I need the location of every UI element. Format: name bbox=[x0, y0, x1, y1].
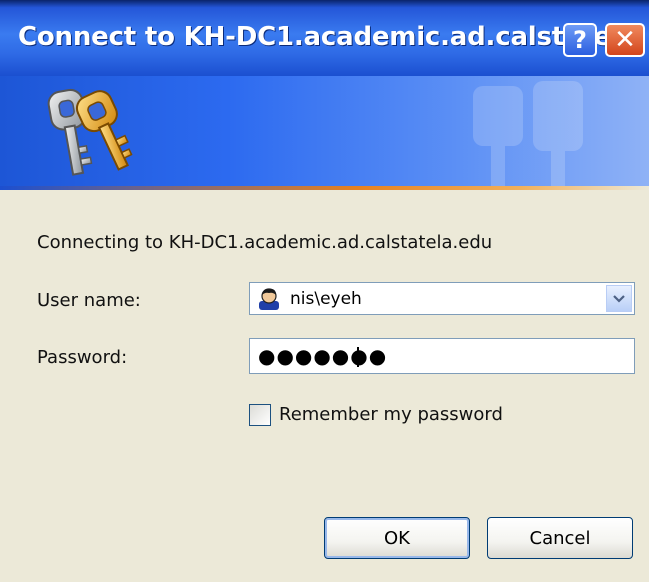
user-name-value: nis\eyeh bbox=[290, 289, 362, 309]
help-button[interactable]: ? bbox=[563, 23, 597, 57]
remember-password-checkbox[interactable] bbox=[249, 404, 271, 426]
window-title: Connect to KH-DC1.academic.ad.calstate..… bbox=[18, 22, 641, 52]
connecting-text: Connecting to KH-DC1.academic.ad.calstat… bbox=[37, 232, 493, 253]
close-button[interactable]: ✕ bbox=[605, 23, 645, 57]
remember-password-label[interactable]: Remember my password bbox=[279, 404, 503, 425]
chevron-down-icon bbox=[613, 294, 625, 303]
user-name-dropdown-button[interactable] bbox=[606, 285, 632, 312]
ok-button[interactable]: OK bbox=[324, 517, 470, 559]
text-caret bbox=[357, 347, 359, 367]
cancel-button[interactable]: Cancel bbox=[487, 517, 633, 559]
banner-keys-watermark-icon bbox=[473, 81, 583, 186]
title-bar[interactable]: Connect to KH-DC1.academic.ad.calstate..… bbox=[0, 0, 649, 76]
user-name-label: User name: bbox=[37, 290, 141, 311]
user-icon bbox=[259, 288, 279, 310]
keys-icon bbox=[47, 88, 133, 176]
user-name-combobox[interactable]: nis\eyeh bbox=[249, 282, 635, 315]
connect-dialog: Connect to KH-DC1.academic.ad.calstate..… bbox=[0, 0, 649, 582]
dialog-content: Connecting to KH-DC1.academic.ad.calstat… bbox=[0, 190, 649, 582]
password-field[interactable]: ●●●●●●● bbox=[249, 338, 635, 374]
password-mask: ●●●●●●● bbox=[258, 344, 388, 368]
password-label: Password: bbox=[37, 347, 128, 368]
